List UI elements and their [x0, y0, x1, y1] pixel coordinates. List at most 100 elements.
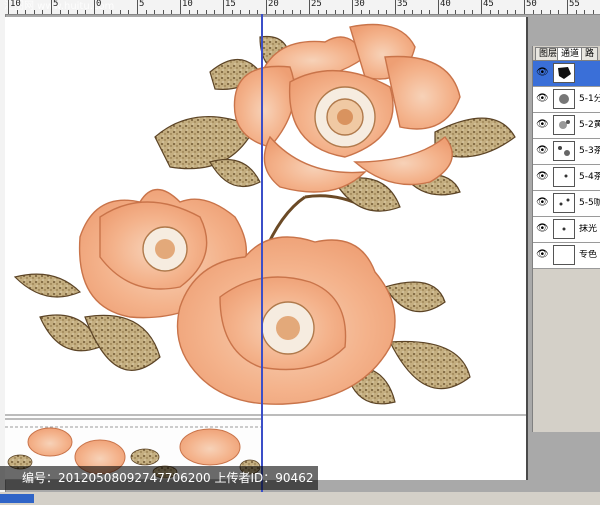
horizontal-scroll-thumb[interactable] [0, 494, 34, 503]
ruler-minor-tick [197, 10, 199, 14]
ruler-label: 5 [139, 0, 145, 9]
ruler-minor-tick [85, 10, 87, 14]
channel-thumbnail [553, 193, 575, 213]
eye-icon[interactable]: 👁 [536, 93, 549, 105]
channel-row[interactable]: 👁 5-1分 [533, 87, 600, 113]
ruler-minor-tick [575, 10, 577, 14]
ruler-minor-tick [59, 10, 61, 14]
ruler-minor-tick [240, 10, 242, 14]
channel-row[interactable]: 👁 专色 [533, 243, 600, 269]
ruler-label: 10 [10, 0, 21, 9]
ruler-minor-tick [412, 10, 414, 14]
ruler-major-tick [309, 0, 310, 14]
ruler-major-tick [8, 0, 9, 14]
channel-row[interactable]: 👁 5-5咖 [533, 191, 600, 217]
ruler-minor-tick [549, 10, 551, 14]
eye-icon[interactable]: 👁 [536, 119, 549, 131]
ruler-label: 0 [96, 0, 102, 9]
watermark-text: 编号：20120508092747706200 上传者ID：90462 [22, 471, 314, 485]
ruler-minor-tick [33, 10, 35, 14]
vertical-guide-line[interactable] [261, 14, 263, 505]
ruler-label: 5 [53, 0, 59, 9]
ruler-minor-tick [102, 10, 104, 14]
ruler-major-tick [266, 0, 267, 14]
channel-thumbnail [553, 89, 575, 109]
channel-row[interactable]: 👁 抹光 [533, 217, 600, 243]
ruler-major-tick [51, 0, 52, 14]
ruler-major-tick [223, 0, 224, 14]
eye-icon[interactable]: 👁 [536, 67, 549, 79]
ruler-major-tick [352, 0, 353, 14]
ruler-minor-tick [369, 10, 371, 14]
ruler-label: 50 [526, 0, 537, 9]
ruler-label: 55 [569, 0, 580, 9]
eye-icon[interactable]: 👁 [536, 249, 549, 261]
ruler-minor-tick [231, 10, 233, 14]
eye-icon[interactable]: 👁 [536, 171, 549, 183]
ruler-minor-tick [463, 10, 465, 14]
ruler-label: 15 [225, 0, 236, 9]
ruler-minor-tick [446, 10, 448, 14]
channel-row[interactable]: 👁 5-4茶 [533, 165, 600, 191]
ruler-minor-tick [532, 10, 534, 14]
ruler-label: 45 [483, 0, 494, 9]
horizontal-ruler[interactable]: 汇图网 www.huitu.com 10 5 0 5 10 15 20 25 30 35 40 45 5… [0, 0, 600, 15]
ruler-minor-tick [326, 10, 328, 14]
ruler-major-tick [180, 0, 181, 14]
channel-name: 专色 [579, 250, 598, 260]
ruler-minor-tick [386, 10, 388, 14]
channel-thumbnail [553, 141, 575, 161]
ruler-label: 40 [440, 0, 451, 9]
ruler-minor-tick [248, 10, 250, 14]
channel-thumbnail [553, 167, 575, 187]
ruler-minor-tick [541, 10, 543, 14]
ruler-minor-tick [291, 10, 293, 14]
ruler-minor-tick [154, 10, 156, 14]
eye-icon[interactable]: 👁 [536, 197, 549, 209]
floral-artwork [5, 23, 528, 480]
ruler-minor-tick [111, 10, 113, 14]
channel-name: 抹光 [579, 224, 598, 234]
ruler-minor-tick [584, 10, 586, 14]
ruler-major-tick [524, 0, 525, 14]
ruler-major-tick [481, 0, 482, 14]
ruler-minor-tick [455, 10, 457, 14]
ruler-minor-tick [317, 10, 319, 14]
channel-thumbnail [553, 245, 575, 265]
tab-paths[interactable]: 路 [581, 47, 599, 60]
ruler-minor-tick [274, 10, 276, 14]
ruler-major-tick [137, 0, 138, 14]
ruler-minor-tick [76, 10, 78, 14]
ruler-major-tick [94, 0, 95, 14]
layers-panel: 图层 通道 路 👁 👁 5-1分 👁 5-2黄 👁 5-3茶 👁 5-4茶 👁 … [532, 46, 600, 432]
ruler-minor-tick [257, 10, 259, 14]
ruler-label: 25 [311, 0, 322, 9]
eye-icon[interactable]: 👁 [536, 145, 549, 157]
ruler-label: 30 [354, 0, 365, 9]
ruler-minor-tick [403, 10, 405, 14]
ruler-minor-tick [377, 10, 379, 14]
ruler-label: 20 [268, 0, 279, 9]
ruler-minor-tick [119, 10, 121, 14]
ruler-minor-tick [592, 10, 594, 14]
channel-name: 5-4茶 [579, 172, 600, 182]
ruler-minor-tick [205, 10, 207, 14]
photoshop-window: 汇图网 www.huitu.com 10 5 0 5 10 15 20 25 30 35 40 45 5… [0, 0, 600, 505]
ruler-minor-tick [360, 10, 362, 14]
panel-tabs: 图层 通道 路 [533, 46, 600, 61]
ruler-minor-tick [42, 10, 44, 14]
eye-icon[interactable]: 👁 [536, 223, 549, 235]
channel-row[interactable]: 👁 [533, 61, 600, 87]
tab-channels[interactable]: 通道 [557, 47, 584, 60]
channel-row[interactable]: 👁 5-3茶 [533, 139, 600, 165]
channel-name: 5-1分 [579, 94, 600, 104]
ruler-major-tick [567, 0, 568, 14]
channel-name: 5-5咖 [579, 198, 600, 208]
ruler-minor-tick [171, 10, 173, 14]
ruler-minor-tick [429, 10, 431, 14]
ruler-minor-tick [25, 10, 27, 14]
channel-row[interactable]: 👁 5-2黄 [533, 113, 600, 139]
status-bar [0, 492, 600, 505]
document-canvas[interactable] [5, 17, 528, 480]
ruler-minor-tick [145, 10, 147, 14]
